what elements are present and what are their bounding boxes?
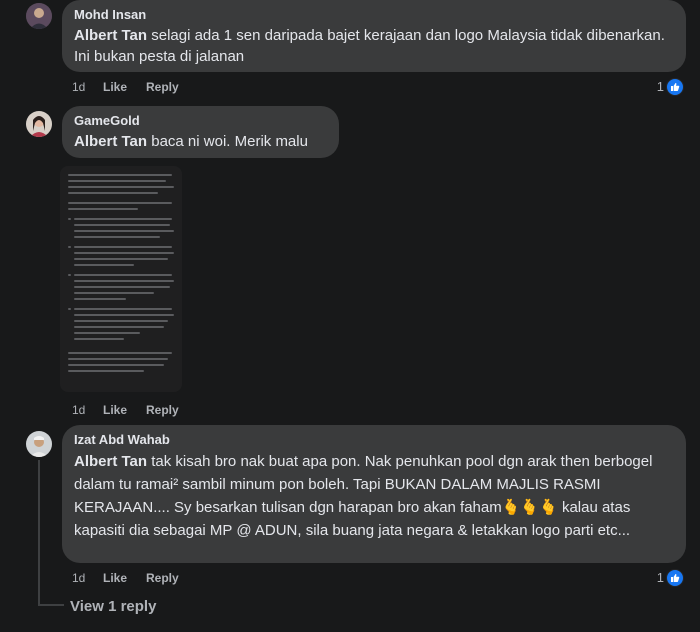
reaction-count: 1 (656, 570, 664, 585)
comment-bubble: Izat Abd Wahab Albert Tan tak kisah bro … (62, 425, 686, 563)
comment-author[interactable]: Izat Abd Wahab (74, 432, 674, 448)
like-reaction-icon (666, 569, 684, 587)
like-button[interactable]: Like (103, 80, 127, 94)
mention-link[interactable]: Albert Tan (74, 133, 147, 150)
attached-screenshot-image[interactable] (60, 166, 182, 392)
comment-timestamp[interactable]: 1d (72, 403, 85, 417)
like-button[interactable]: Like (103, 403, 127, 417)
thread-connector-curve (38, 604, 64, 606)
reply-button[interactable]: Reply (146, 403, 179, 417)
comment-bubble: Mohd Insan Albert Tan selagi ada 1 sen d… (62, 0, 686, 72)
comment-text: Albert Tan baca ni woi. Merik malu (74, 131, 327, 152)
reply-button[interactable]: Reply (146, 571, 179, 585)
comment-author[interactable]: Mohd Insan (74, 7, 674, 23)
comment-body: selagi ada 1 sen daripada bajet kerajaan… (74, 27, 665, 65)
avatar[interactable] (26, 3, 52, 29)
mention-link[interactable]: Albert Tan (74, 453, 147, 470)
comment-text: Albert Tan tak kisah bro nak buat apa po… (74, 450, 674, 542)
reaction-summary[interactable]: 1 (648, 569, 684, 587)
comment-body: baca ni woi. Merik malu (147, 133, 308, 150)
avatar[interactable] (26, 111, 52, 137)
comment-timestamp[interactable]: 1d (72, 571, 85, 585)
comment-text: Albert Tan selagi ada 1 sen daripada baj… (74, 25, 674, 67)
thread-connector (38, 460, 40, 606)
reaction-summary[interactable]: 1 (648, 78, 684, 96)
like-button[interactable]: Like (103, 571, 127, 585)
comment-timestamp[interactable]: 1d (72, 80, 85, 94)
comment-bubble: GameGold Albert Tan baca ni woi. Merik m… (62, 106, 339, 158)
mention-link[interactable]: Albert Tan (74, 27, 147, 44)
comment-author[interactable]: GameGold (74, 113, 327, 129)
like-reaction-icon (666, 78, 684, 96)
avatar[interactable] (26, 431, 52, 457)
reply-button[interactable]: Reply (146, 80, 179, 94)
view-replies-link[interactable]: View 1 reply (70, 598, 156, 615)
reaction-count: 1 (656, 79, 664, 94)
comment-body: tak kisah bro nak buat apa pon. Nak penu… (74, 453, 653, 539)
